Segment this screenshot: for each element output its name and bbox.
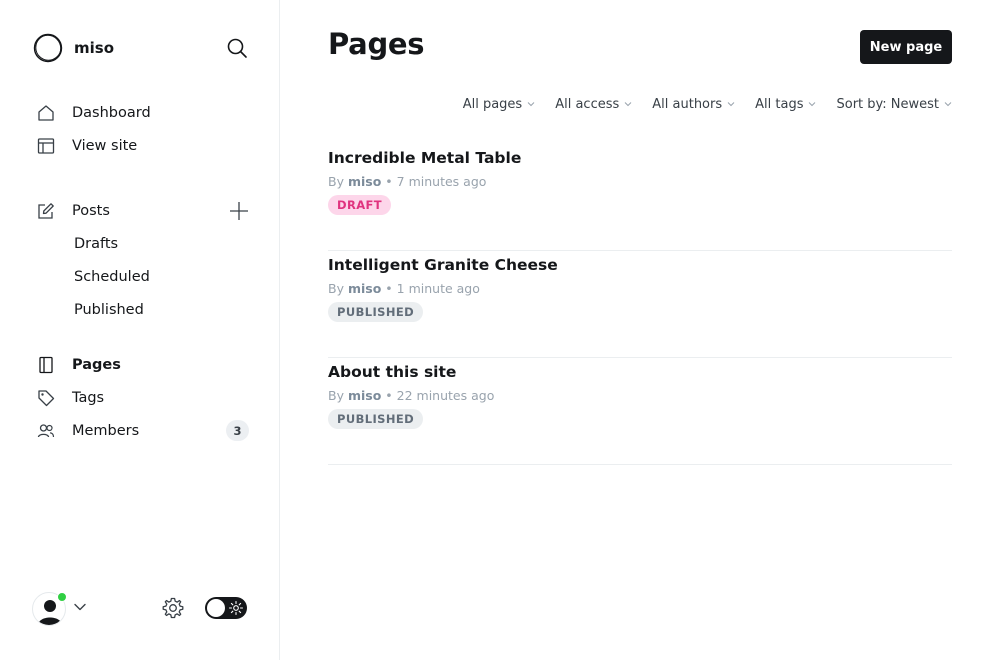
page-item-title: Incredible Metal Table: [328, 149, 522, 167]
new-page-button[interactable]: New page: [860, 30, 952, 64]
chevron-down-icon: [527, 102, 535, 107]
nav-tags[interactable]: Tags: [36, 387, 104, 409]
meta-time: 7 minutes ago: [396, 174, 487, 189]
page-item-meta: By miso • 7 minutes ago: [328, 174, 486, 189]
nav-pages[interactable]: Pages: [36, 354, 121, 376]
nav-members-label: Members: [72, 423, 140, 439]
edit-icon: [36, 201, 56, 221]
nav-scheduled[interactable]: Scheduled: [74, 266, 150, 288]
plus-icon[interactable]: [228, 200, 250, 222]
site-name: miso: [74, 39, 115, 57]
nav-posts[interactable]: Posts: [36, 200, 110, 222]
meta-by: By: [328, 388, 344, 403]
layout-icon: [36, 136, 56, 156]
brand[interactable]: miso: [32, 32, 114, 64]
nav-view-site[interactable]: View site: [36, 135, 137, 157]
status-badge: PUBLISHED: [328, 409, 424, 429]
main-content: Pages New page All pages All access All …: [280, 0, 1000, 660]
page-item-title: Intelligent Granite Cheese: [328, 256, 558, 274]
meta-author: miso: [347, 281, 382, 296]
list-item[interactable]: About this site By miso • 22 minutes ago…: [328, 358, 952, 465]
list-item[interactable]: Intelligent Granite Cheese By miso • 1 m…: [328, 251, 952, 358]
filter-tags[interactable]: All tags: [755, 95, 816, 113]
nav-published[interactable]: Published: [74, 299, 144, 321]
filter-tags-label: All tags: [755, 96, 804, 112]
meta-separator: •: [385, 174, 393, 189]
meta-by: By: [328, 281, 344, 296]
chevron-down-icon: [727, 102, 735, 107]
members-count-badge: 3: [226, 420, 249, 441]
meta-author: miso: [347, 388, 382, 403]
gear-icon[interactable]: [161, 596, 185, 620]
meta-separator: •: [385, 388, 393, 403]
nav-drafts[interactable]: Drafts: [74, 233, 118, 255]
chevron-down-icon: [809, 102, 816, 107]
theme-toggle[interactable]: [205, 597, 247, 619]
status-badge: DRAFT: [328, 195, 392, 215]
chevron-down-icon: [624, 102, 632, 107]
sun-icon: [228, 600, 244, 616]
online-status-dot: [57, 592, 67, 602]
page-item-meta: By miso • 22 minutes ago: [328, 388, 494, 403]
page-list: Incredible Metal Table By miso • 7 minut…: [328, 144, 952, 465]
filter-type[interactable]: All pages: [463, 95, 536, 113]
meta-separator: •: [385, 281, 393, 296]
nav-pages-label: Pages: [72, 357, 121, 373]
chevron-down-icon: [944, 102, 952, 107]
nav-members[interactable]: Members: [36, 420, 139, 442]
search-icon[interactable]: [225, 36, 249, 60]
filter-access[interactable]: All access: [555, 95, 632, 113]
filter-type-label: All pages: [462, 96, 523, 112]
site-logo-icon: [33, 33, 63, 63]
nav-view-site-label: View site: [72, 138, 138, 154]
list-item[interactable]: Incredible Metal Table By miso • 7 minut…: [328, 144, 952, 251]
filter-bar: All pages All access All authors All tag…: [443, 95, 952, 113]
home-icon: [36, 103, 56, 123]
page-item-title: About this site: [328, 363, 457, 381]
filter-authors-label: All authors: [652, 96, 723, 112]
filter-sort[interactable]: Sort by: Newest: [836, 95, 952, 113]
members-icon: [36, 421, 56, 441]
page-icon: [36, 355, 56, 375]
chevron-down-icon[interactable]: [73, 600, 87, 614]
meta-author: miso: [347, 174, 382, 189]
page-item-meta: By miso • 1 minute ago: [328, 281, 480, 296]
page-title: Pages: [328, 27, 425, 61]
theme-toggle-knob: [207, 599, 225, 617]
nav-tags-label: Tags: [72, 390, 105, 406]
meta-by: By: [328, 174, 344, 189]
tag-icon: [36, 388, 56, 408]
status-badge: PUBLISHED: [328, 302, 424, 322]
sidebar: miso Dashboard View site Posts Drafts Sc…: [0, 0, 280, 660]
filter-authors[interactable]: All authors: [652, 95, 735, 113]
nav-dashboard[interactable]: Dashboard: [36, 102, 151, 124]
nav-posts-label: Posts: [72, 203, 110, 219]
filter-access-label: All access: [555, 96, 620, 112]
meta-time: 22 minutes ago: [396, 388, 495, 403]
nav-dashboard-label: Dashboard: [72, 105, 151, 121]
meta-time: 1 minute ago: [396, 281, 480, 296]
filter-sort-label: Sort by: Newest: [836, 96, 939, 112]
